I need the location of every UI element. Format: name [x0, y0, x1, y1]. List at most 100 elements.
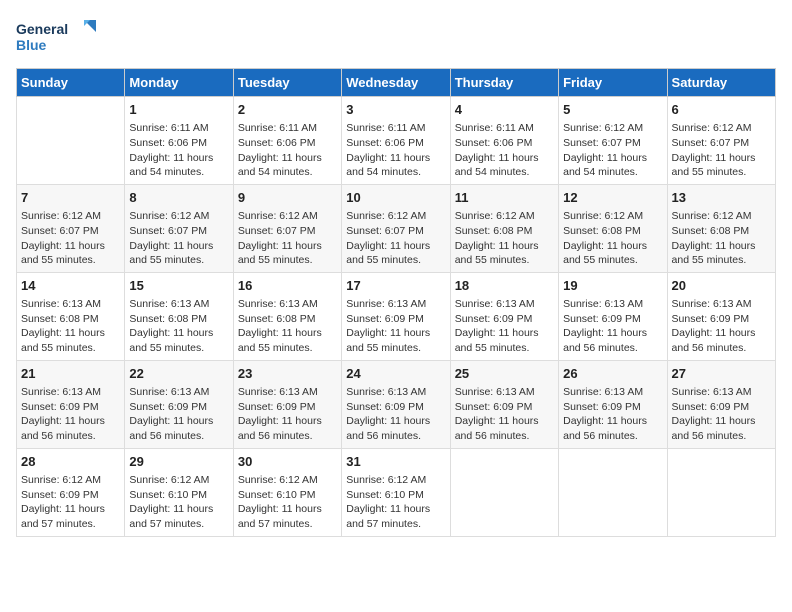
day-number: 24: [346, 365, 445, 383]
day-cell: 24 Sunrise: 6:13 AM Sunset: 6:09 PM Dayli…: [342, 360, 450, 448]
day-info: Sunrise: 6:12 AM Sunset: 6:10 PM Dayligh…: [129, 473, 228, 532]
day-cell: 8 Sunrise: 6:12 AM Sunset: 6:07 PM Daylig…: [125, 184, 233, 272]
day-cell: 30Sunrise: 6:12 AM Sunset: 6:10 PM Dayli…: [233, 448, 341, 536]
day-number: 20: [672, 277, 771, 295]
day-cell: 21 Sunrise: 6:13 AM Sunset: 6:09 PM Dayli…: [17, 360, 125, 448]
header-monday: Monday: [125, 69, 233, 97]
day-cell: [559, 448, 667, 536]
day-info: Sunrise: 6:11 AM Sunset: 6:06 PM Dayligh…: [129, 121, 228, 180]
day-info: Sunrise: 6:13 AM Sunset: 6:09 PM Dayligh…: [455, 385, 554, 444]
day-cell: 16 Sunrise: 6:13 AM Sunset: 6:08 PM Dayli…: [233, 272, 341, 360]
calendar-header-row: SundayMondayTuesdayWednesdayThursdayFrid…: [17, 69, 776, 97]
day-number: 2: [238, 101, 337, 119]
day-cell: 31 Sunrise: 6:12 AM Sunset: 6:10 PM Dayli…: [342, 448, 450, 536]
day-cell: 25 Sunrise: 6:13 AM Sunset: 6:09 PM Dayli…: [450, 360, 558, 448]
svg-text:General: General: [16, 21, 68, 37]
day-number: 26: [563, 365, 662, 383]
day-cell: 28Sunrise: 6:12 AM Sunset: 6:09 PM Dayli…: [17, 448, 125, 536]
day-number: 8: [129, 189, 228, 207]
day-info: Sunrise: 6:13 AM Sunset: 6:08 PM Dayligh…: [238, 297, 337, 356]
day-cell: 3Sunrise: 6:11 AM Sunset: 6:06 PM Daylig…: [342, 97, 450, 185]
day-cell: 17 Sunrise: 6:13 AM Sunset: 6:09 PM Dayli…: [342, 272, 450, 360]
day-number: 10: [346, 189, 445, 207]
week-row-2: 7 Sunrise: 6:12 AM Sunset: 6:07 PM Daylig…: [17, 184, 776, 272]
day-number: 31: [346, 453, 445, 471]
header-sunday: Sunday: [17, 69, 125, 97]
day-info: Sunrise: 6:13 AM Sunset: 6:09 PM Dayligh…: [346, 385, 445, 444]
day-number: 17: [346, 277, 445, 295]
day-cell: 14 Sunrise: 6:13 AM Sunset: 6:08 PM Dayli…: [17, 272, 125, 360]
day-number: 9: [238, 189, 337, 207]
day-cell: 7 Sunrise: 6:12 AM Sunset: 6:07 PM Daylig…: [17, 184, 125, 272]
day-info: Sunrise: 6:13 AM Sunset: 6:09 PM Dayligh…: [346, 297, 445, 356]
day-cell: 29Sunrise: 6:12 AM Sunset: 6:10 PM Dayli…: [125, 448, 233, 536]
day-info: Sunrise: 6:13 AM Sunset: 6:09 PM Dayligh…: [455, 297, 554, 356]
day-info: Sunrise: 6:12 AM Sunset: 6:07 PM Dayligh…: [129, 209, 228, 268]
header-thursday: Thursday: [450, 69, 558, 97]
svg-text:Blue: Blue: [16, 37, 47, 53]
day-info: Sunrise: 6:13 AM Sunset: 6:09 PM Dayligh…: [129, 385, 228, 444]
day-cell: 6 Sunrise: 6:12 AM Sunset: 6:07 PM Daylig…: [667, 97, 775, 185]
day-cell: 4Sunrise: 6:11 AM Sunset: 6:06 PM Daylig…: [450, 97, 558, 185]
day-info: Sunrise: 6:12 AM Sunset: 6:07 PM Dayligh…: [672, 121, 771, 180]
day-number: 15: [129, 277, 228, 295]
day-cell: [17, 97, 125, 185]
day-number: 12: [563, 189, 662, 207]
calendar-table: SundayMondayTuesdayWednesdayThursdayFrid…: [16, 68, 776, 537]
day-info: Sunrise: 6:12 AM Sunset: 6:07 PM Dayligh…: [238, 209, 337, 268]
day-info: Sunrise: 6:12 AM Sunset: 6:10 PM Dayligh…: [346, 473, 445, 532]
day-cell: 18Sunrise: 6:13 AM Sunset: 6:09 PM Dayli…: [450, 272, 558, 360]
day-info: Sunrise: 6:11 AM Sunset: 6:06 PM Dayligh…: [346, 121, 445, 180]
day-info: Sunrise: 6:12 AM Sunset: 6:07 PM Dayligh…: [21, 209, 120, 268]
day-number: 27: [672, 365, 771, 383]
day-info: Sunrise: 6:12 AM Sunset: 6:08 PM Dayligh…: [563, 209, 662, 268]
day-info: Sunrise: 6:12 AM Sunset: 6:07 PM Dayligh…: [563, 121, 662, 180]
week-row-5: 28Sunrise: 6:12 AM Sunset: 6:09 PM Dayli…: [17, 448, 776, 536]
day-info: Sunrise: 6:13 AM Sunset: 6:09 PM Dayligh…: [672, 297, 771, 356]
page-header: General Blue: [16, 16, 776, 60]
day-number: 25: [455, 365, 554, 383]
day-number: 4: [455, 101, 554, 119]
day-info: Sunrise: 6:13 AM Sunset: 6:08 PM Dayligh…: [21, 297, 120, 356]
day-info: Sunrise: 6:12 AM Sunset: 6:07 PM Dayligh…: [346, 209, 445, 268]
week-row-4: 21 Sunrise: 6:13 AM Sunset: 6:09 PM Dayli…: [17, 360, 776, 448]
day-info: Sunrise: 6:13 AM Sunset: 6:09 PM Dayligh…: [21, 385, 120, 444]
header-tuesday: Tuesday: [233, 69, 341, 97]
day-cell: 9 Sunrise: 6:12 AM Sunset: 6:07 PM Daylig…: [233, 184, 341, 272]
day-info: Sunrise: 6:12 AM Sunset: 6:08 PM Dayligh…: [455, 209, 554, 268]
day-cell: 15 Sunrise: 6:13 AM Sunset: 6:08 PM Dayli…: [125, 272, 233, 360]
day-number: 6: [672, 101, 771, 119]
logo-svg: General Blue: [16, 16, 96, 60]
day-number: 13: [672, 189, 771, 207]
day-info: Sunrise: 6:13 AM Sunset: 6:09 PM Dayligh…: [563, 385, 662, 444]
day-cell: 1 Sunrise: 6:11 AM Sunset: 6:06 PM Daylig…: [125, 97, 233, 185]
header-saturday: Saturday: [667, 69, 775, 97]
day-number: 1: [129, 101, 228, 119]
day-info: Sunrise: 6:13 AM Sunset: 6:08 PM Dayligh…: [129, 297, 228, 356]
day-cell: 5Sunrise: 6:12 AM Sunset: 6:07 PM Daylig…: [559, 97, 667, 185]
logo: General Blue: [16, 16, 96, 60]
day-cell: 13Sunrise: 6:12 AM Sunset: 6:08 PM Dayli…: [667, 184, 775, 272]
day-cell: [667, 448, 775, 536]
day-cell: 2Sunrise: 6:11 AM Sunset: 6:06 PM Daylig…: [233, 97, 341, 185]
day-cell: 23 Sunrise: 6:13 AM Sunset: 6:09 PM Dayli…: [233, 360, 341, 448]
day-number: 28: [21, 453, 120, 471]
day-cell: 20 Sunrise: 6:13 AM Sunset: 6:09 PM Dayli…: [667, 272, 775, 360]
day-cell: 11 Sunrise: 6:12 AM Sunset: 6:08 PM Dayli…: [450, 184, 558, 272]
day-number: 11: [455, 189, 554, 207]
header-friday: Friday: [559, 69, 667, 97]
day-number: 7: [21, 189, 120, 207]
day-number: 16: [238, 277, 337, 295]
day-number: 30: [238, 453, 337, 471]
day-number: 22: [129, 365, 228, 383]
day-cell: 19Sunrise: 6:13 AM Sunset: 6:09 PM Dayli…: [559, 272, 667, 360]
day-number: 14: [21, 277, 120, 295]
day-info: Sunrise: 6:13 AM Sunset: 6:09 PM Dayligh…: [672, 385, 771, 444]
day-number: 23: [238, 365, 337, 383]
day-info: Sunrise: 6:13 AM Sunset: 6:09 PM Dayligh…: [238, 385, 337, 444]
calendar-body: 1 Sunrise: 6:11 AM Sunset: 6:06 PM Daylig…: [17, 97, 776, 537]
day-number: 21: [21, 365, 120, 383]
day-cell: 10 Sunrise: 6:12 AM Sunset: 6:07 PM Dayli…: [342, 184, 450, 272]
day-cell: [450, 448, 558, 536]
week-row-3: 14 Sunrise: 6:13 AM Sunset: 6:08 PM Dayli…: [17, 272, 776, 360]
